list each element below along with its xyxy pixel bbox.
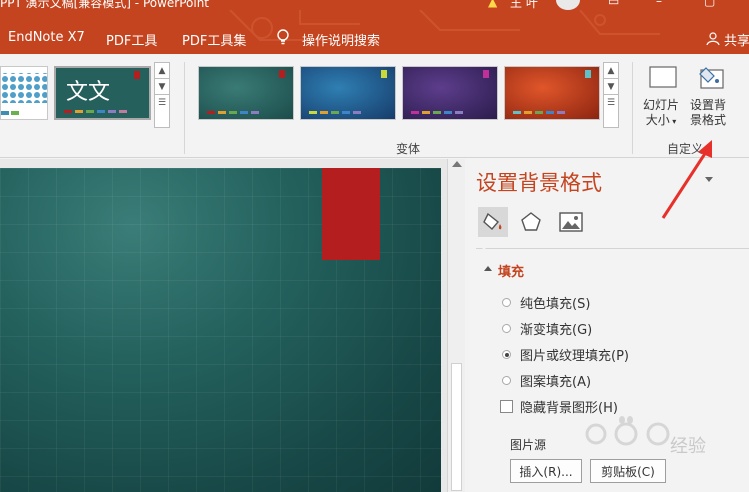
scrollbar-thumb[interactable] — [451, 363, 462, 491]
slide-vertical-scrollbar[interactable] — [447, 159, 465, 492]
pane-options-dropdown-icon[interactable] — [705, 177, 713, 182]
format-bg-label-1: 设置背 — [690, 98, 727, 112]
user-name[interactable]: 王 叶 — [510, 0, 538, 10]
picture-texture-fill-label: 图片或纹理填充(P) — [520, 349, 629, 364]
chevron-down-icon[interactable]: ▼ — [604, 79, 618, 95]
picture-texture-fill-option[interactable]: 图片或纹理填充(P) — [502, 345, 629, 364]
slide-size-icon[interactable] — [648, 64, 678, 92]
dropdown-arrow-icon: ▾ — [669, 117, 677, 126]
variant-thumbnail-purple[interactable] — [402, 66, 498, 120]
theme-thumbnail-selected[interactable]: 文文 — [54, 66, 151, 120]
gradient-fill-label: 渐变填充(G) — [520, 323, 593, 338]
picture-icon — [559, 212, 583, 232]
baidu-paw-logo — [585, 416, 670, 446]
gradient-fill-option[interactable]: 渐变填充(G) — [502, 319, 592, 338]
slide-size-button[interactable]: 幻灯片 大小 ▾ — [643, 98, 679, 129]
theme-sample-text: 文文 — [66, 80, 111, 105]
design-ribbon: 文文 ▲ ▼ ☰ ▲ ▼ ☰ 变体 幻灯片 大小 ▾ 设置背 景格式 自定义 — [0, 54, 749, 158]
radio-pattern-fill[interactable] — [502, 376, 511, 385]
ribbon-display-icon[interactable]: ▭ — [608, 0, 619, 8]
chevron-up-icon[interactable]: ▲ — [155, 63, 169, 79]
radio-solid-fill[interactable] — [502, 298, 511, 307]
watermark-text: 经验 — [670, 436, 706, 457]
share-person-icon[interactable] — [706, 32, 720, 46]
fill-section-header[interactable]: 填充 — [498, 261, 524, 280]
radio-gradient-fill[interactable] — [502, 324, 511, 333]
scroll-up-icon[interactable] — [452, 161, 462, 167]
slide-size-label-2: 大小 — [645, 113, 670, 127]
format-bg-label-2: 景格式 — [690, 113, 727, 127]
pattern-fill-option[interactable]: 图案填充(A) — [502, 371, 591, 390]
slide-editing-area — [0, 159, 447, 492]
chevron-down-icon[interactable]: ▼ — [155, 79, 169, 95]
effects-tab[interactable] — [516, 207, 546, 237]
pentagon-icon — [521, 212, 541, 231]
lightbulb-icon — [277, 29, 289, 45]
picture-source-label: 图片源 — [510, 438, 547, 452]
tell-me-search[interactable]: 操作说明搜索 — [302, 30, 380, 49]
avatar[interactable] — [556, 0, 580, 10]
picture-tab[interactable] — [556, 207, 586, 237]
variant-thumbnail-orange[interactable] — [504, 66, 600, 120]
theme-gallery-scroll: ▲ ▼ ☰ — [154, 62, 170, 128]
tab-pdf-toolset[interactable]: PDF工具集 — [182, 30, 246, 49]
gallery-more-icon[interactable]: ☰ — [604, 95, 618, 111]
slide-red-accent-shape[interactable] — [322, 168, 380, 260]
paint-bucket-icon — [483, 212, 502, 230]
solid-fill-option[interactable]: 纯色填充(S) — [502, 293, 590, 312]
minimize-icon[interactable]: – — [656, 0, 662, 8]
warning-icon: ▲ — [488, 0, 498, 9]
hide-bg-graphics-checkbox[interactable] — [500, 400, 513, 413]
tab-pointer-caret — [478, 247, 490, 253]
variant-thumbnail-teal[interactable] — [198, 66, 294, 120]
chevron-up-icon[interactable]: ▲ — [604, 63, 618, 79]
pane-title: 设置背景格式 — [476, 171, 602, 195]
pattern-fill-label: 图案填充(A) — [520, 375, 592, 390]
slide-canvas[interactable] — [0, 168, 441, 492]
format-background-button[interactable]: 设置背 景格式 — [690, 98, 726, 128]
fill-tab[interactable] — [478, 207, 508, 237]
gallery-more-icon[interactable]: ☰ — [155, 95, 169, 111]
clipboard-button[interactable]: 剪贴板(C) — [590, 459, 666, 483]
pane-divider — [476, 248, 749, 249]
ribbon-tab-row: EndNote X7 PDF工具 PDF工具集 操作说明搜索 共享 — [0, 10, 749, 54]
tab-endnote[interactable]: EndNote X7 — [8, 30, 85, 45]
variant-group-label: 变体 — [396, 142, 421, 156]
window-title: PPT 演示文稿[兼容模式] - PowerPoint — [0, 0, 210, 10]
theme-thumbnail-pattern[interactable] — [0, 66, 48, 120]
collapse-triangle-icon[interactable] — [484, 266, 492, 271]
group-divider — [632, 62, 633, 154]
format-background-icon[interactable] — [696, 64, 726, 92]
variant-thumbnail-blue[interactable] — [300, 66, 396, 120]
group-divider — [184, 62, 185, 154]
tab-pdf-tools[interactable]: PDF工具 — [106, 30, 157, 49]
share-button[interactable]: 共享 — [724, 30, 749, 49]
solid-fill-label: 纯色填充(S) — [520, 297, 591, 312]
insert-button[interactable]: 插入(R)... — [510, 459, 582, 483]
customize-group-label: 自定义 — [667, 142, 704, 156]
radio-picture-texture-fill[interactable] — [502, 350, 511, 359]
maximize-icon[interactable]: ▢ — [704, 0, 715, 8]
title-bar: PPT 演示文稿[兼容模式] - PowerPoint ▲ 王 叶 ▭ – ▢ — [0, 0, 749, 10]
slide-size-label-1: 幻灯片 — [643, 98, 680, 112]
variant-gallery-scroll: ▲ ▼ ☰ — [603, 62, 619, 128]
